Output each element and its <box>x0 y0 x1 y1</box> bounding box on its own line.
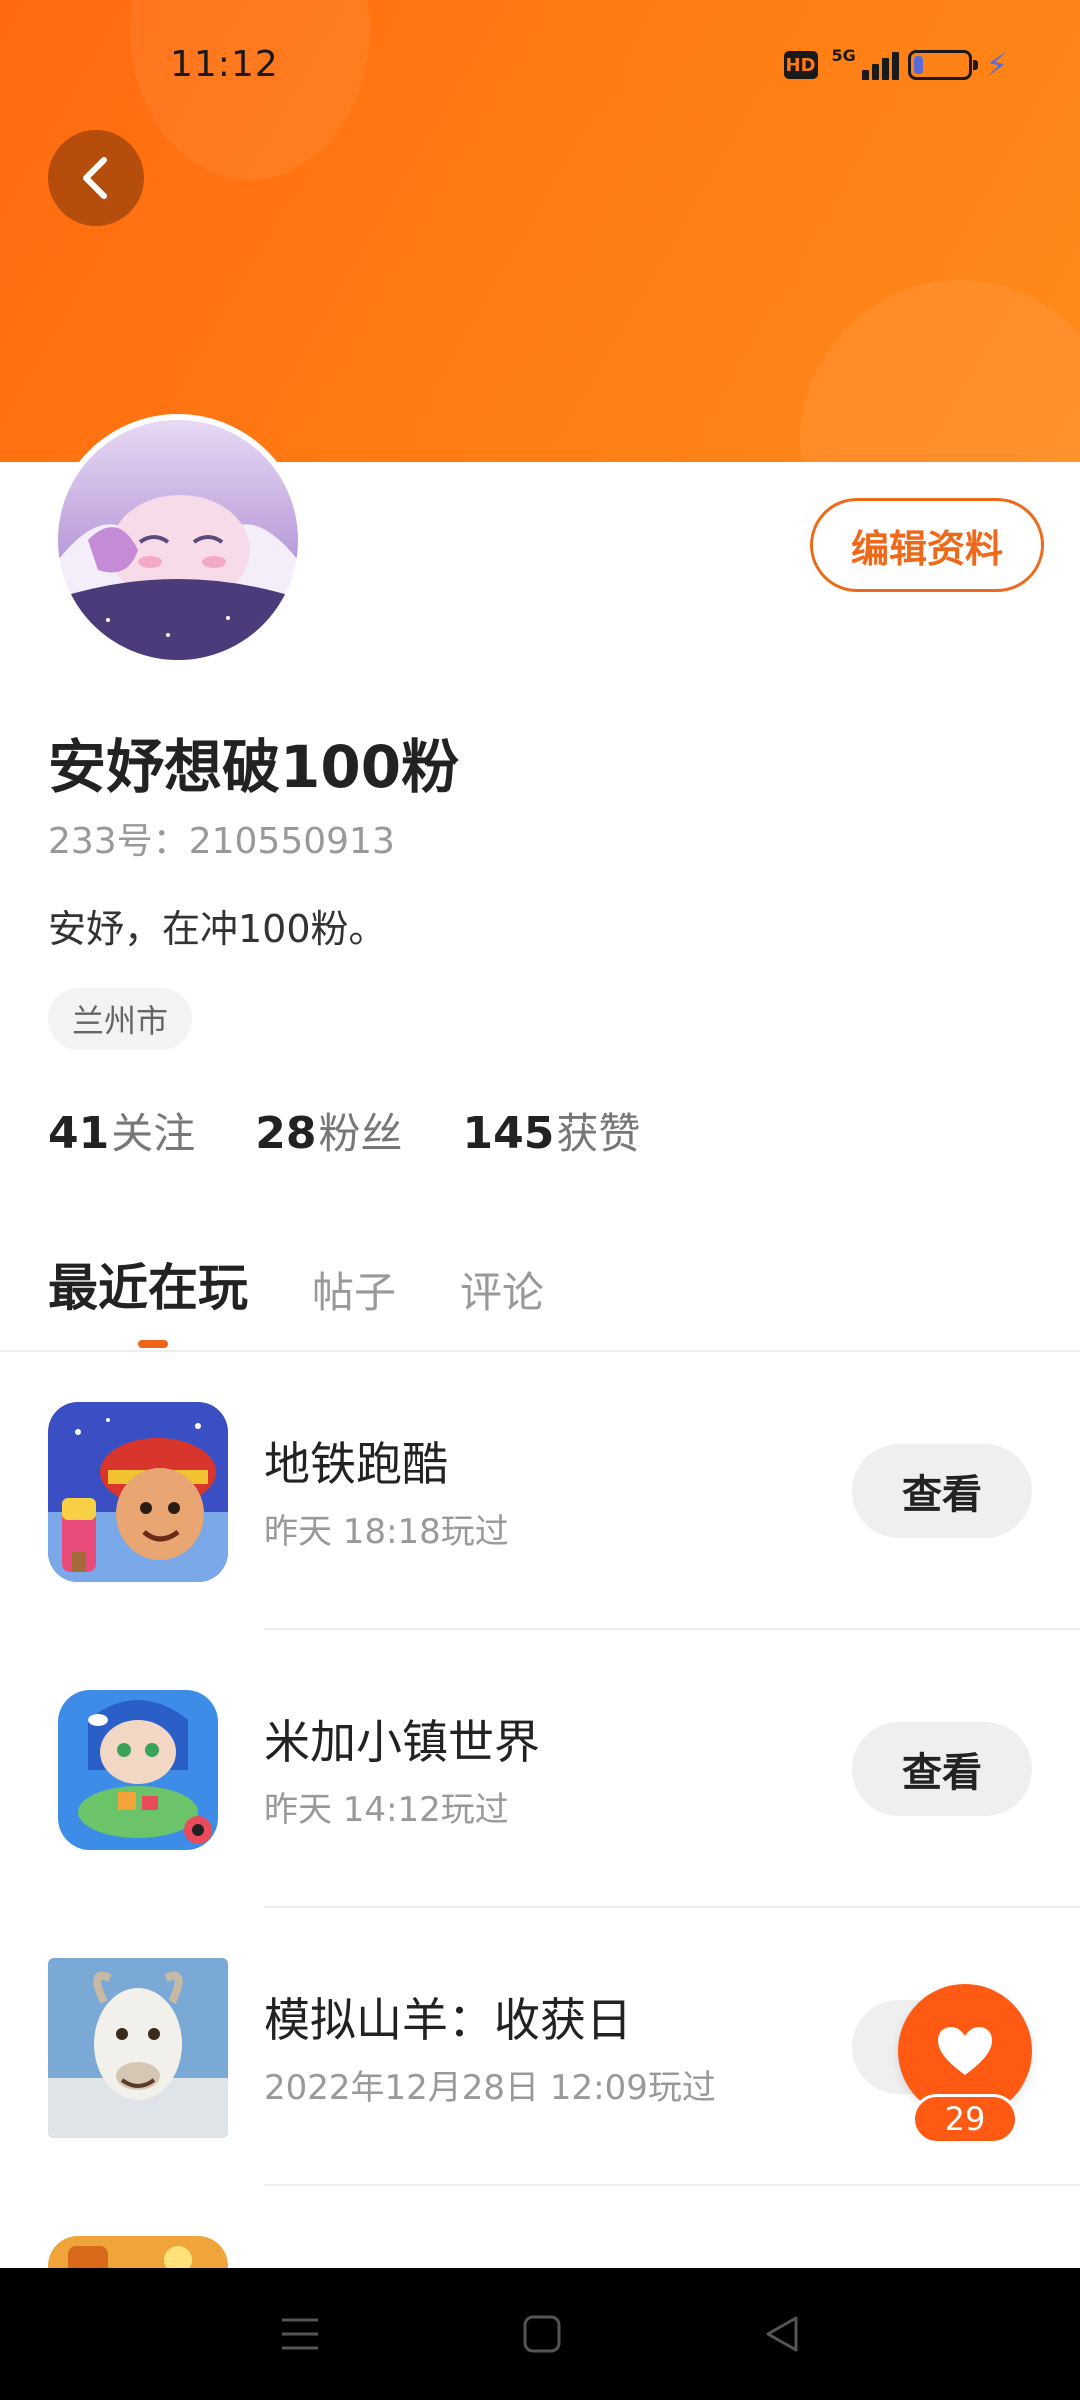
heart-icon <box>938 2027 992 2075</box>
tab-comments[interactable]: 评论 <box>460 1259 544 1320</box>
miga-town-icon <box>48 1680 228 1860</box>
view-button[interactable]: 查看 <box>852 1444 1032 1538</box>
battery-icon <box>907 50 978 80</box>
chevron-left-icon <box>83 157 107 199</box>
signal-icon: 5G <box>831 46 899 82</box>
tab-posts[interactable]: 帖子 <box>312 1259 396 1320</box>
status-bar: 11:12 HD 5G ⚡ <box>0 0 1080 136</box>
status-icons: HD 5G ⚡ <box>783 46 1008 84</box>
stat-label: 粉丝 <box>318 1109 403 1158</box>
edit-profile-button[interactable]: 编辑资料 <box>810 498 1044 592</box>
home-icon[interactable] <box>522 2314 562 2354</box>
charging-icon: ⚡ <box>985 46 1008 84</box>
game-last-played: 昨天 14:12玩过 <box>264 1790 509 1830</box>
location-tag: 兰州市 <box>48 988 193 1050</box>
stat-number: 28 <box>255 1108 317 1159</box>
username: 安妤想破100粉 <box>48 733 460 801</box>
tab-recently-played[interactable]: 最近在玩 <box>48 1248 248 1320</box>
user-bio: 安妤，在冲100粉。 <box>48 907 387 951</box>
menu-icon[interactable] <box>278 2314 322 2354</box>
game-title: 地铁跑酷 <box>264 1437 448 1491</box>
list-item[interactable]: 米加小镇世界 昨天 14:12玩过 查看 <box>0 1630 1080 1908</box>
list-item[interactable] <box>0 2186 1080 2268</box>
subway-surfers-icon <box>48 1402 228 1582</box>
game-icon <box>48 2236 228 2268</box>
stat-label: 获赞 <box>556 1109 641 1158</box>
view-button[interactable]: 查看 <box>852 1722 1032 1816</box>
game-last-played: 2022年12月28日 12:09玩过 <box>264 2068 716 2108</box>
header-decoration <box>800 280 1080 462</box>
back-triangle-icon[interactable] <box>762 2314 802 2354</box>
goat-simulator-icon <box>48 1958 228 2138</box>
game-last-played: 昨天 18:18玩过 <box>264 1512 509 1552</box>
like-count-badge: 29 <box>912 2094 1018 2144</box>
hd-icon: HD <box>783 51 818 79</box>
list-item[interactable]: 地铁跑酷 昨天 18:18玩过 查看 <box>0 1352 1080 1630</box>
stat-followers[interactable]: 28 粉丝 <box>255 1100 402 1161</box>
stat-number: 41 <box>48 1108 110 1159</box>
user-id: 233号：210550913 <box>48 821 395 862</box>
stat-following[interactable]: 41 关注 <box>48 1100 195 1161</box>
profile-tabs: 最近在玩 帖子 评论 <box>48 1248 544 1320</box>
stat-label: 关注 <box>111 1109 196 1158</box>
back-button[interactable] <box>48 130 144 226</box>
system-navigation-bar <box>0 2268 1080 2400</box>
avatar-image <box>58 420 298 660</box>
stat-number: 145 <box>462 1108 555 1159</box>
stat-likes[interactable]: 145 获赞 <box>463 1100 641 1161</box>
network-type: 5G <box>831 46 856 65</box>
game-title: 模拟山羊：收获日 <box>264 1993 632 2047</box>
game-title: 米加小镇世界 <box>264 1715 540 1769</box>
tab-active-indicator <box>138 1340 168 1348</box>
status-time: 11:12 <box>170 44 279 85</box>
stats-row: 41 关注 28 粉丝 145 获赞 <box>48 1100 640 1161</box>
battery-fill <box>913 56 923 74</box>
avatar[interactable] <box>52 414 304 666</box>
